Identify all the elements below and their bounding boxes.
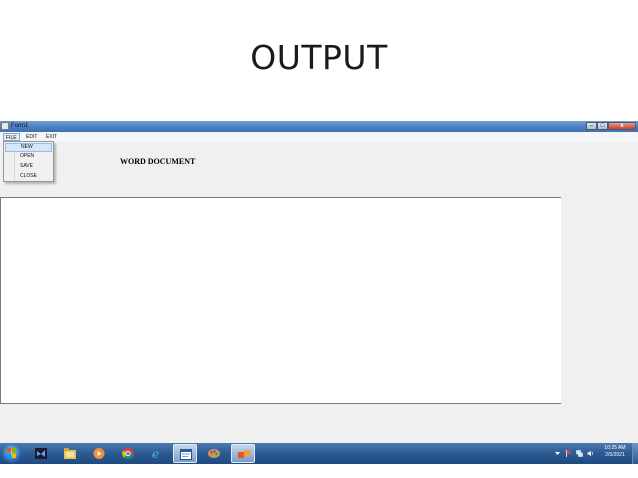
minimize-button[interactable]: –: [586, 122, 597, 130]
word-document-label: WORD DOCUMENT: [120, 157, 196, 166]
menu-item-open[interactable]: OPEN: [5, 152, 52, 161]
document-textbox[interactable]: [0, 197, 561, 404]
visual-studio-icon: [35, 448, 47, 459]
taskbar: e 10:25 AM 2/5/2021: [0, 443, 638, 464]
maximize-button[interactable]: □: [597, 122, 608, 130]
app-icon[interactable]: [1, 122, 9, 130]
volume-icon[interactable]: [587, 450, 594, 457]
form-window: Form1 – □ x FILE EDIT EXIT NEW OPEN SAVE…: [0, 121, 638, 443]
window-title: Form1: [11, 123, 29, 129]
start-button[interactable]: [2, 444, 21, 463]
paint-icon: [208, 449, 220, 458]
network-icon[interactable]: [576, 450, 583, 457]
slide-title: OUTPUT: [250, 38, 388, 77]
chrome-icon: [122, 448, 134, 459]
menu-edit[interactable]: EDIT: [24, 133, 39, 141]
taskbar-office[interactable]: [231, 444, 255, 463]
show-hidden-icons-icon[interactable]: [554, 450, 561, 457]
internet-explorer-icon: e: [152, 448, 159, 459]
menu-file[interactable]: FILE: [3, 133, 20, 141]
taskbar-explorer[interactable]: [58, 444, 82, 463]
show-desktop-button[interactable]: [632, 443, 638, 464]
action-center-flag-icon[interactable]: [565, 450, 572, 457]
window-titlebar[interactable]: Form1 – □ x: [0, 121, 638, 132]
office-icon: [238, 450, 250, 458]
taskbar-chrome[interactable]: [116, 444, 140, 463]
menu-item-new[interactable]: NEW: [5, 143, 52, 152]
windows-logo-icon: [7, 448, 16, 458]
clock-date: 2/5/2021: [605, 452, 625, 458]
form-app-icon: [180, 449, 192, 460]
menu-bar: FILE EDIT EXIT: [0, 132, 638, 142]
close-button[interactable]: x: [608, 122, 636, 130]
svg-text:e: e: [152, 448, 159, 459]
media-player-icon: [93, 448, 105, 459]
explorer-icon: [64, 448, 76, 459]
taskbar-media-player[interactable]: [87, 444, 111, 463]
clock-time: 10:25 AM: [604, 445, 626, 451]
taskbar-paint[interactable]: [202, 444, 226, 463]
file-dropdown-menu: NEW OPEN SAVE CLOSE: [3, 141, 54, 182]
menu-item-save[interactable]: SAVE: [5, 162, 52, 171]
taskbar-form-app[interactable]: [173, 444, 197, 463]
taskbar-visual-studio[interactable]: [29, 444, 53, 463]
taskbar-clock[interactable]: 10:25 AM 2/5/2021: [600, 445, 630, 459]
menu-exit[interactable]: EXIT: [44, 133, 59, 141]
taskbar-internet-explorer[interactable]: e: [145, 444, 169, 463]
menu-item-close[interactable]: CLOSE: [5, 172, 52, 181]
